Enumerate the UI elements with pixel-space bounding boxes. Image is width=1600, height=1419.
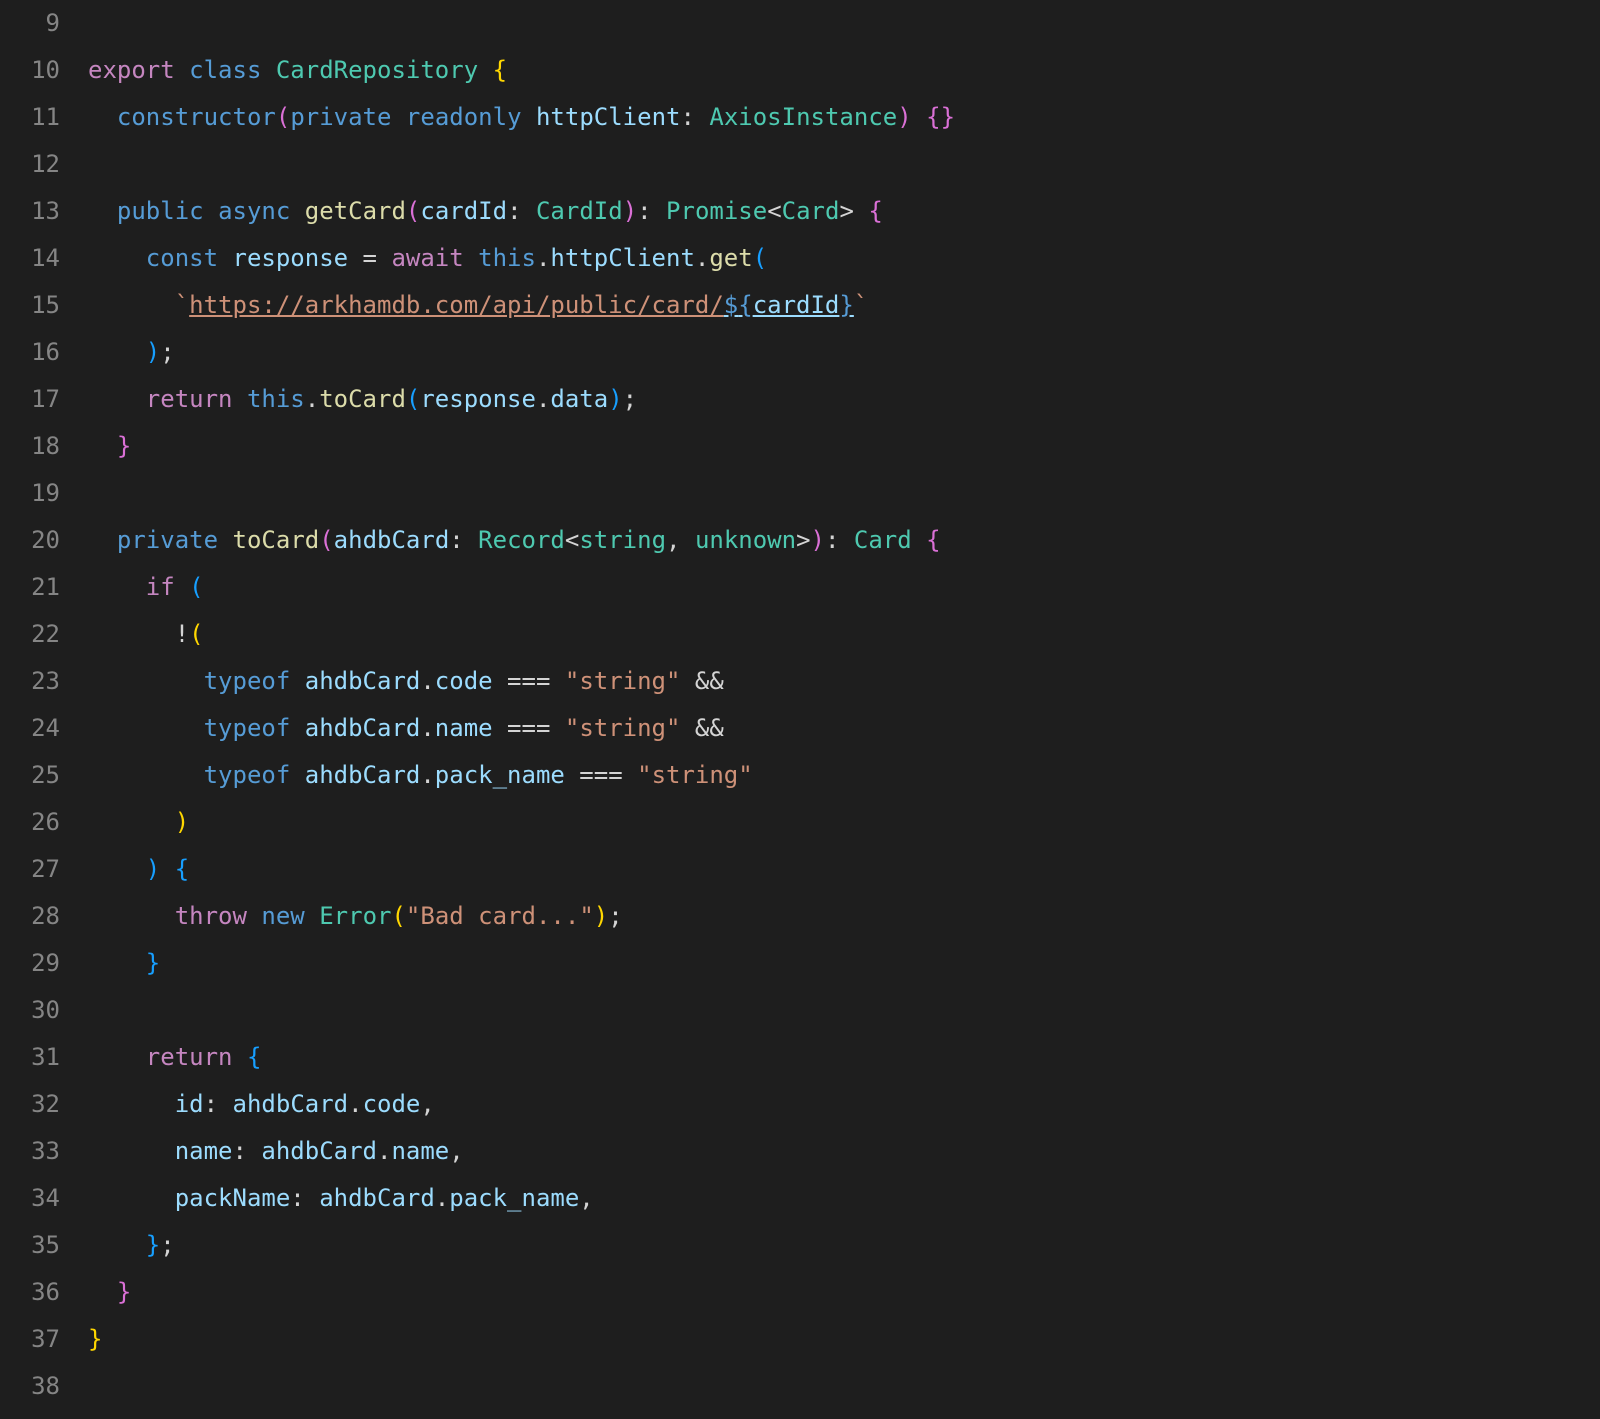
code-line[interactable]: 27 ) {: [0, 846, 1600, 893]
code-line[interactable]: 36 }: [0, 1269, 1600, 1316]
line-number: 20: [0, 517, 88, 564]
code-line[interactable]: 35 };: [0, 1222, 1600, 1269]
code-line[interactable]: 23 typeof ahdbCard.code === "string" &&: [0, 658, 1600, 705]
line-number: 33: [0, 1128, 88, 1175]
code-content: typeof ahdbCard.pack_name === "string": [88, 752, 1600, 799]
code-line[interactable]: 16 );: [0, 329, 1600, 376]
code-content: export class CardRepository {: [88, 47, 1600, 94]
line-number: 30: [0, 987, 88, 1034]
code-line[interactable]: 9: [0, 0, 1600, 47]
code-line[interactable]: 10 export class CardRepository {: [0, 47, 1600, 94]
code-content: return {: [88, 1034, 1600, 1081]
code-line[interactable]: 29 }: [0, 940, 1600, 987]
code-editor[interactable]: 9 10 export class CardRepository { 11 co…: [0, 0, 1600, 1410]
code-line[interactable]: 19: [0, 470, 1600, 517]
code-content: );: [88, 329, 1600, 376]
code-content: `https://arkhamdb.com/api/public/card/${…: [88, 282, 1600, 329]
line-number: 14: [0, 235, 88, 282]
code-content: public async getCard(cardId: CardId): Pr…: [88, 188, 1600, 235]
code-line[interactable]: 37 }: [0, 1316, 1600, 1363]
code-line[interactable]: 34 packName: ahdbCard.pack_name,: [0, 1175, 1600, 1222]
code-content: }: [88, 940, 1600, 987]
code-line[interactable]: 18 }: [0, 423, 1600, 470]
line-number: 16: [0, 329, 88, 376]
code-line[interactable]: 14 const response = await this.httpClien…: [0, 235, 1600, 282]
line-number: 12: [0, 141, 88, 188]
line-number: 27: [0, 846, 88, 893]
code-line[interactable]: 32 id: ahdbCard.code,: [0, 1081, 1600, 1128]
code-line[interactable]: 38: [0, 1363, 1600, 1410]
line-number: 31: [0, 1034, 88, 1081]
code-content: constructor(private readonly httpClient:…: [88, 94, 1600, 141]
code-content: }: [88, 1316, 1600, 1363]
code-content: if (: [88, 564, 1600, 611]
code-line[interactable]: 21 if (: [0, 564, 1600, 611]
line-number: 10: [0, 47, 88, 94]
code-content: };: [88, 1222, 1600, 1269]
code-line[interactable]: 11 constructor(private readonly httpClie…: [0, 94, 1600, 141]
line-number: 15: [0, 282, 88, 329]
line-number: 21: [0, 564, 88, 611]
line-number: 35: [0, 1222, 88, 1269]
code-line[interactable]: 30: [0, 987, 1600, 1034]
line-number: 23: [0, 658, 88, 705]
line-number: 18: [0, 423, 88, 470]
line-number: 9: [0, 0, 88, 47]
code-content: name: ahdbCard.name,: [88, 1128, 1600, 1175]
code-line[interactable]: 28 throw new Error("Bad card...");: [0, 893, 1600, 940]
line-number: 11: [0, 94, 88, 141]
code-line[interactable]: 13 public async getCard(cardId: CardId):…: [0, 188, 1600, 235]
line-number: 37: [0, 1316, 88, 1363]
code-content: !(: [88, 611, 1600, 658]
code-line[interactable]: 25 typeof ahdbCard.pack_name === "string…: [0, 752, 1600, 799]
line-number: 34: [0, 1175, 88, 1222]
code-content: }: [88, 1269, 1600, 1316]
line-number: 26: [0, 799, 88, 846]
code-content: typeof ahdbCard.name === "string" &&: [88, 705, 1600, 752]
code-line[interactable]: 15 `https://arkhamdb.com/api/public/card…: [0, 282, 1600, 329]
code-line[interactable]: 31 return {: [0, 1034, 1600, 1081]
code-line[interactable]: 33 name: ahdbCard.name,: [0, 1128, 1600, 1175]
code-content: id: ahdbCard.code,: [88, 1081, 1600, 1128]
code-line[interactable]: 26 ): [0, 799, 1600, 846]
code-content: ) {: [88, 846, 1600, 893]
line-number: 22: [0, 611, 88, 658]
code-line[interactable]: 12: [0, 141, 1600, 188]
code-line[interactable]: 24 typeof ahdbCard.name === "string" &&: [0, 705, 1600, 752]
line-number: 19: [0, 470, 88, 517]
line-number: 25: [0, 752, 88, 799]
code-content: const response = await this.httpClient.g…: [88, 235, 1600, 282]
line-number: 28: [0, 893, 88, 940]
line-number: 17: [0, 376, 88, 423]
code-content: ): [88, 799, 1600, 846]
code-content: throw new Error("Bad card...");: [88, 893, 1600, 940]
code-content: }: [88, 423, 1600, 470]
line-number: 32: [0, 1081, 88, 1128]
code-content: private toCard(ahdbCard: Record<string, …: [88, 517, 1600, 564]
line-number: 13: [0, 188, 88, 235]
code-line[interactable]: 17 return this.toCard(response.data);: [0, 376, 1600, 423]
line-number: 38: [0, 1363, 88, 1410]
line-number: 36: [0, 1269, 88, 1316]
code-content: typeof ahdbCard.code === "string" &&: [88, 658, 1600, 705]
line-number: 24: [0, 705, 88, 752]
code-content: packName: ahdbCard.pack_name,: [88, 1175, 1600, 1222]
code-line[interactable]: 22 !(: [0, 611, 1600, 658]
code-line[interactable]: 20 private toCard(ahdbCard: Record<strin…: [0, 517, 1600, 564]
line-number: 29: [0, 940, 88, 987]
code-content: return this.toCard(response.data);: [88, 376, 1600, 423]
